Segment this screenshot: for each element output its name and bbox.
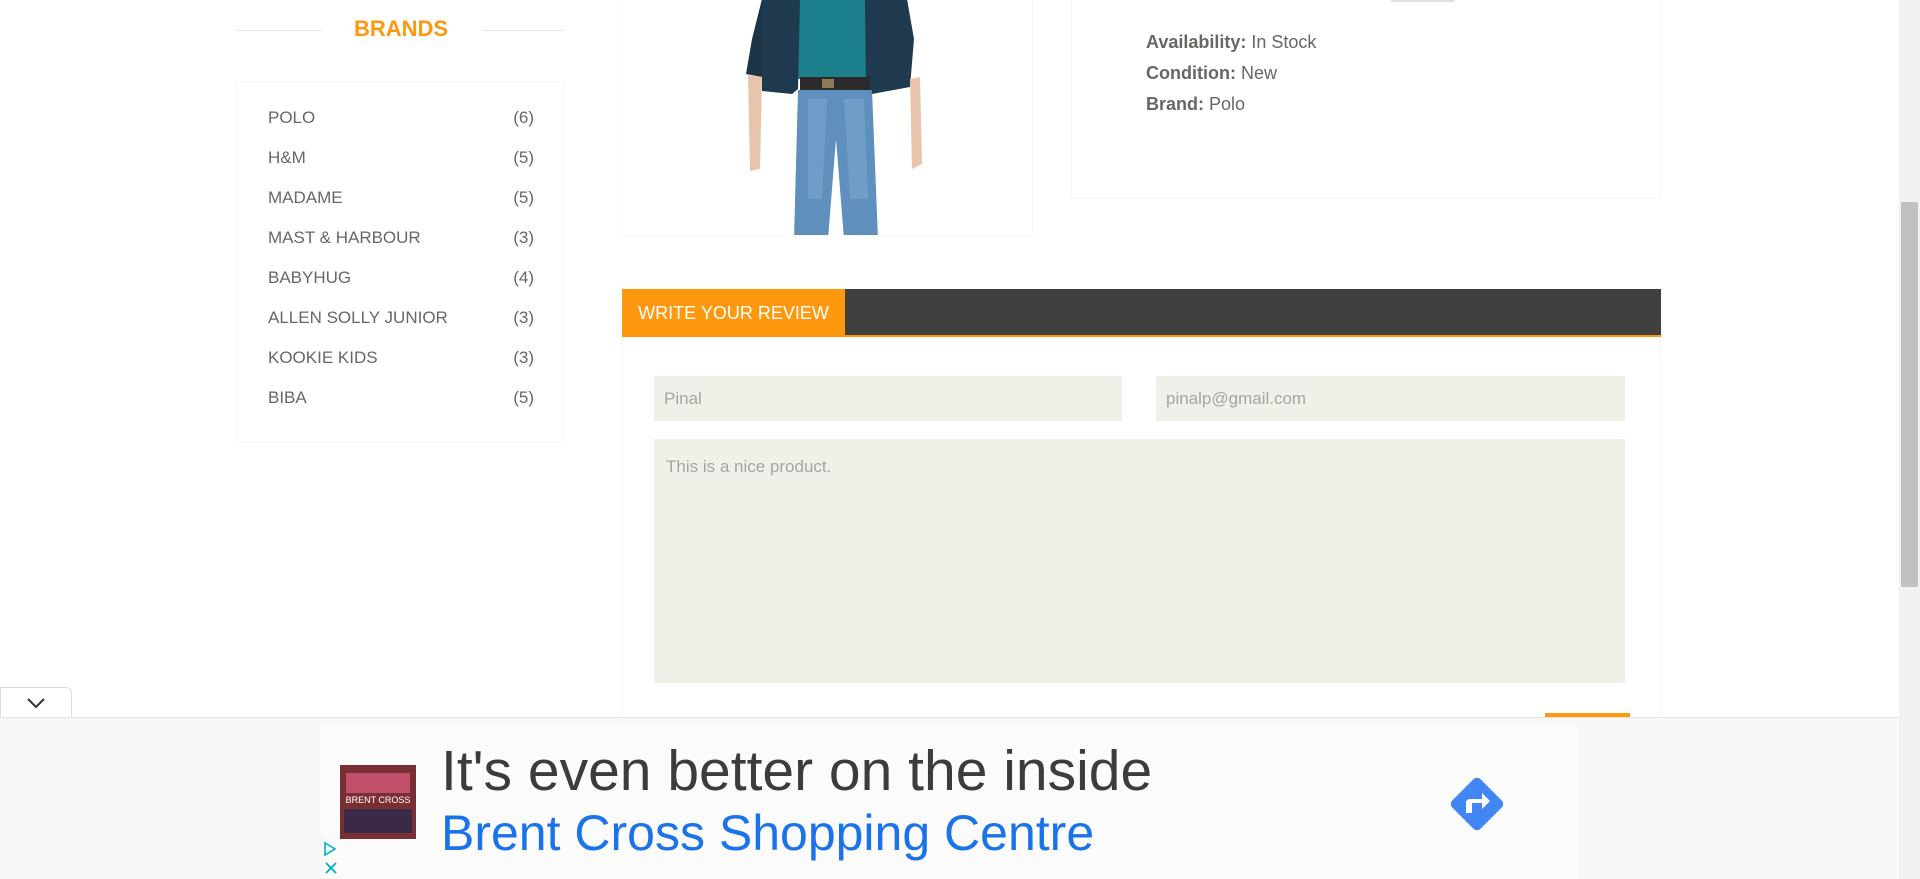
directions-icon[interactable] <box>1444 771 1510 837</box>
brand-name: MADAME <box>268 188 343 207</box>
ad-headline[interactable]: It's even better on the inside <box>441 738 1152 804</box>
ad-collapse-button[interactable] <box>0 687 72 718</box>
tab-write-review[interactable]: WRITE YOUR REVIEW <box>622 289 845 338</box>
brand-item[interactable]: BABYHUG (4) <box>268 264 534 292</box>
brand-item[interactable]: MAST & HARBOUR (3) <box>268 224 534 252</box>
brand-count: (5) <box>513 188 534 207</box>
brand-count: (3) <box>513 348 534 367</box>
brands-title: BRANDS <box>353 16 449 41</box>
close-icon[interactable] <box>323 860 339 876</box>
brand-name: KOOKIE KIDS <box>268 348 378 367</box>
condition-line: Condition: New <box>1146 63 1277 84</box>
brand-item[interactable]: POLO (6) <box>268 104 534 132</box>
brand-count: (3) <box>513 308 534 327</box>
chevron-down-icon <box>27 698 45 709</box>
brand-value: Polo <box>1209 94 1246 114</box>
brand-item[interactable]: KOOKIE KIDS (3) <box>268 344 534 372</box>
brand-name: ALLEN SOLLY JUNIOR <box>268 308 448 327</box>
email-field[interactable] <box>1156 376 1625 421</box>
ad-advertiser[interactable]: Brent Cross Shopping Centre <box>441 804 1094 862</box>
scrollbar-thumb[interactable] <box>1901 202 1918 587</box>
brand-name: BIBA <box>268 388 307 407</box>
brand-count: (6) <box>513 108 534 127</box>
brands-title-line-right <box>482 30 564 31</box>
brand-item[interactable]: ALLEN SOLLY JUNIOR (3) <box>268 304 534 332</box>
brand-item[interactable]: H&M (5) <box>268 144 534 172</box>
brand-name: MAST & HARBOUR <box>268 228 421 247</box>
name-field[interactable] <box>654 376 1122 421</box>
brand-name: POLO <box>268 108 316 127</box>
ad-thumbnail[interactable]: BRENT CROSS <box>340 765 416 839</box>
brand-item[interactable]: BIBA (5) <box>268 384 534 412</box>
availability-line: Availability: In Stock <box>1146 32 1316 53</box>
adchoices-icon[interactable] <box>322 841 338 857</box>
brand-name: H&M <box>268 148 306 167</box>
condition-value: New <box>1240 63 1277 83</box>
product-photo <box>622 0 1032 235</box>
brand-count: (4) <box>513 268 534 287</box>
ad-thumbnail-text: BRENT CROSS <box>345 795 411 805</box>
brand-name: BABYHUG <box>268 268 352 287</box>
brand-count: (5) <box>513 148 534 167</box>
brand-count: (5) <box>513 388 534 407</box>
condition-label: Condition: <box>1146 63 1236 83</box>
brand-label: Brand: <box>1146 94 1204 114</box>
brand-line: Brand: Polo <box>1146 94 1245 115</box>
product-image <box>621 0 1033 236</box>
brand-item[interactable]: MADAME (5) <box>268 184 534 212</box>
review-textarea[interactable]: This is a nice product. <box>654 439 1625 683</box>
availability-label: Availability: <box>1146 32 1247 52</box>
brand-count: (3) <box>513 228 534 247</box>
availability-value: In Stock <box>1251 32 1317 52</box>
brands-title-line-left <box>236 30 322 31</box>
